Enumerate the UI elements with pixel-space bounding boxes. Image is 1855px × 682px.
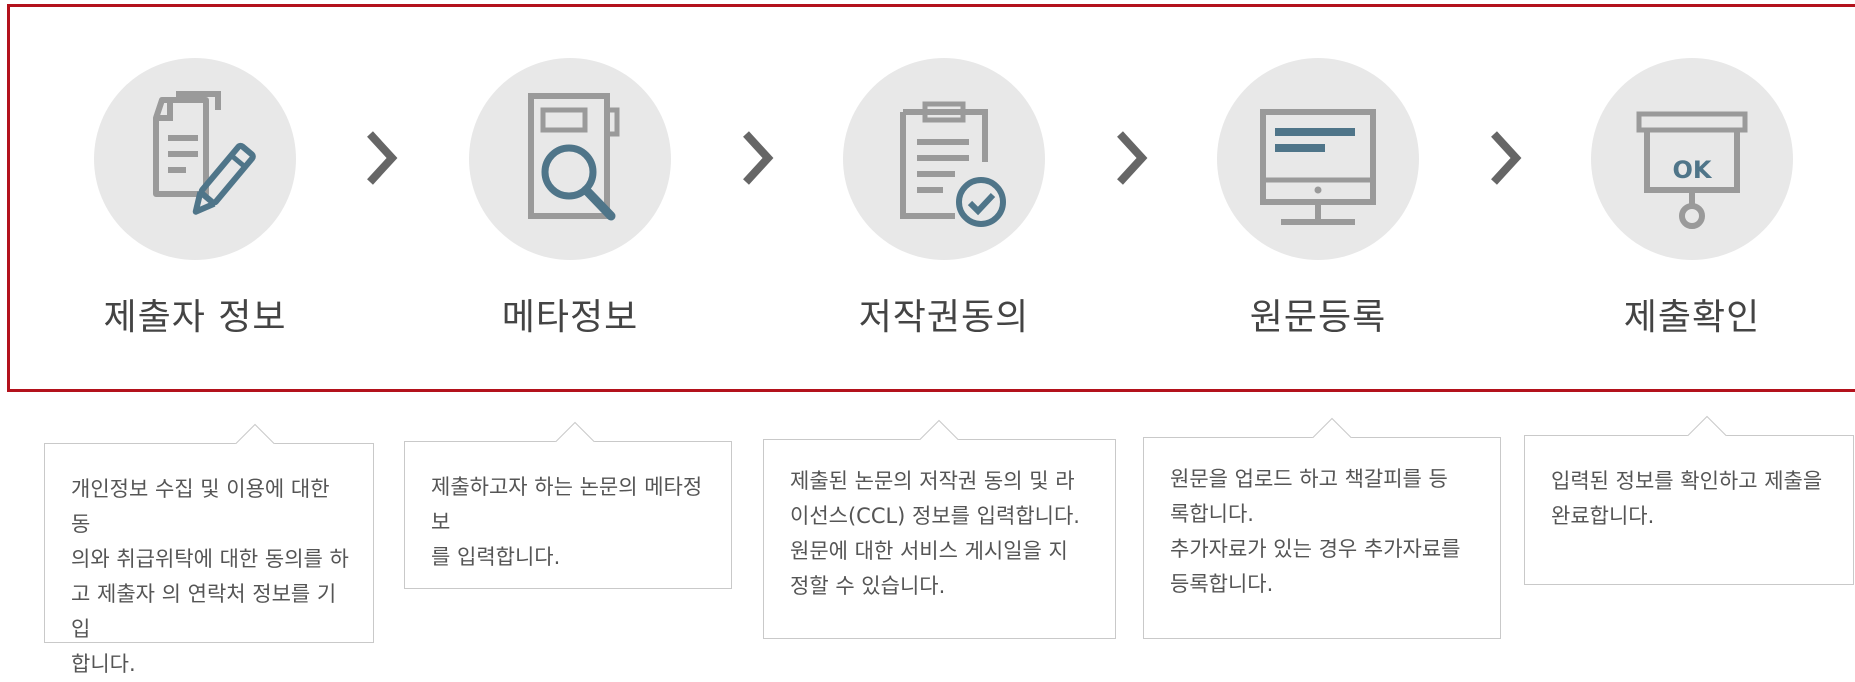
ok-sign-icon: OK <box>1636 111 1748 229</box>
step-submission-confirm[interactable]: OK 제출확인 <box>1562 58 1822 340</box>
step-icon-circle <box>469 58 671 260</box>
document-magnifier-icon <box>528 93 620 221</box>
description-line: 입력된 정보를 확인하고 제출을 <box>1551 469 1823 493</box>
step-label: 메타정보 <box>501 297 639 338</box>
step-icon-circle: OK <box>1591 58 1793 260</box>
description-line: 록합니다. <box>1170 502 1254 526</box>
step-icon-circle <box>94 58 296 260</box>
description-line: 고 제출자 의 연락처 정보를 기입 <box>71 582 337 641</box>
step-description-box: 원문을 업로드 하고 책갈피를 등 록합니다. 추가자료가 있는 경우 추가자료… <box>1143 437 1501 639</box>
document-pen-icon <box>153 91 256 215</box>
chevron-right-icon <box>738 128 776 192</box>
description-line: 등록합니다. <box>1170 572 1274 596</box>
description-line: 완료합니다. <box>1551 504 1655 528</box>
step-label: 제출자 정보 <box>103 297 287 338</box>
step-meta-info[interactable]: 메타정보 <box>440 58 700 340</box>
description-line: 제출하고자 하는 논문의 메타정보 <box>431 475 703 534</box>
step-description-box: 제출된 논문의 저작권 동의 및 라 이선스(CCL) 정보를 입력합니다. 원… <box>763 439 1116 639</box>
description-line: 합니다. <box>71 652 136 676</box>
description-line: 의와 취급위탁에 대한 동의를 하 <box>71 547 349 571</box>
step-description-box: 제출하고자 하는 논문의 메타정보 를 입력합니다. <box>404 441 732 589</box>
description-line: 원문을 업로드 하고 책갈피를 등 <box>1170 467 1448 491</box>
step-icon-circle <box>1217 58 1419 260</box>
description-line: 개인정보 수집 및 이용에 대한 동 <box>71 477 330 536</box>
step-label: 저작권동의 <box>858 297 1030 338</box>
step-description-box: 입력된 정보를 확인하고 제출을 완료합니다. <box>1524 435 1854 585</box>
step-submitter-info[interactable]: 제출자 정보 <box>65 58 325 340</box>
monitor-icon <box>1260 109 1376 225</box>
description-line: 추가자료가 있는 경우 추가자료를 <box>1170 537 1461 561</box>
step-original-upload[interactable]: 원문등록 <box>1188 58 1448 340</box>
description-line: 정할 수 있습니다. <box>790 574 946 598</box>
step-copyright-consent[interactable]: 저작권동의 <box>814 58 1074 340</box>
description-line: 원문에 대한 서비스 게시일을 지 <box>790 539 1068 563</box>
clipboard-check-icon <box>900 101 1006 227</box>
description-line: 이선스(CCL) 정보를 입력합니다. <box>790 504 1080 528</box>
step-icon-circle <box>843 58 1045 260</box>
chevron-right-icon <box>1486 128 1524 192</box>
step-description-box: 개인정보 수집 및 이용에 대한 동 의와 취급위탁에 대한 동의를 하 고 제… <box>44 443 374 676</box>
chevron-right-icon <box>1112 128 1150 192</box>
svg-text:OK: OK <box>1673 156 1713 184</box>
tooltip-notch <box>235 422 275 444</box>
step-label: 제출확인 <box>1623 297 1761 338</box>
tooltip-notch <box>919 418 959 440</box>
step-label: 원문등록 <box>1249 297 1387 338</box>
tooltip-notch <box>1687 414 1727 436</box>
tooltip-notch <box>1312 416 1352 438</box>
tooltip-notch <box>555 420 595 442</box>
chevron-right-icon <box>362 128 400 192</box>
description-line: 제출된 논문의 저작권 동의 및 라 <box>790 469 1075 493</box>
description-line: 를 입력합니다. <box>431 545 561 569</box>
